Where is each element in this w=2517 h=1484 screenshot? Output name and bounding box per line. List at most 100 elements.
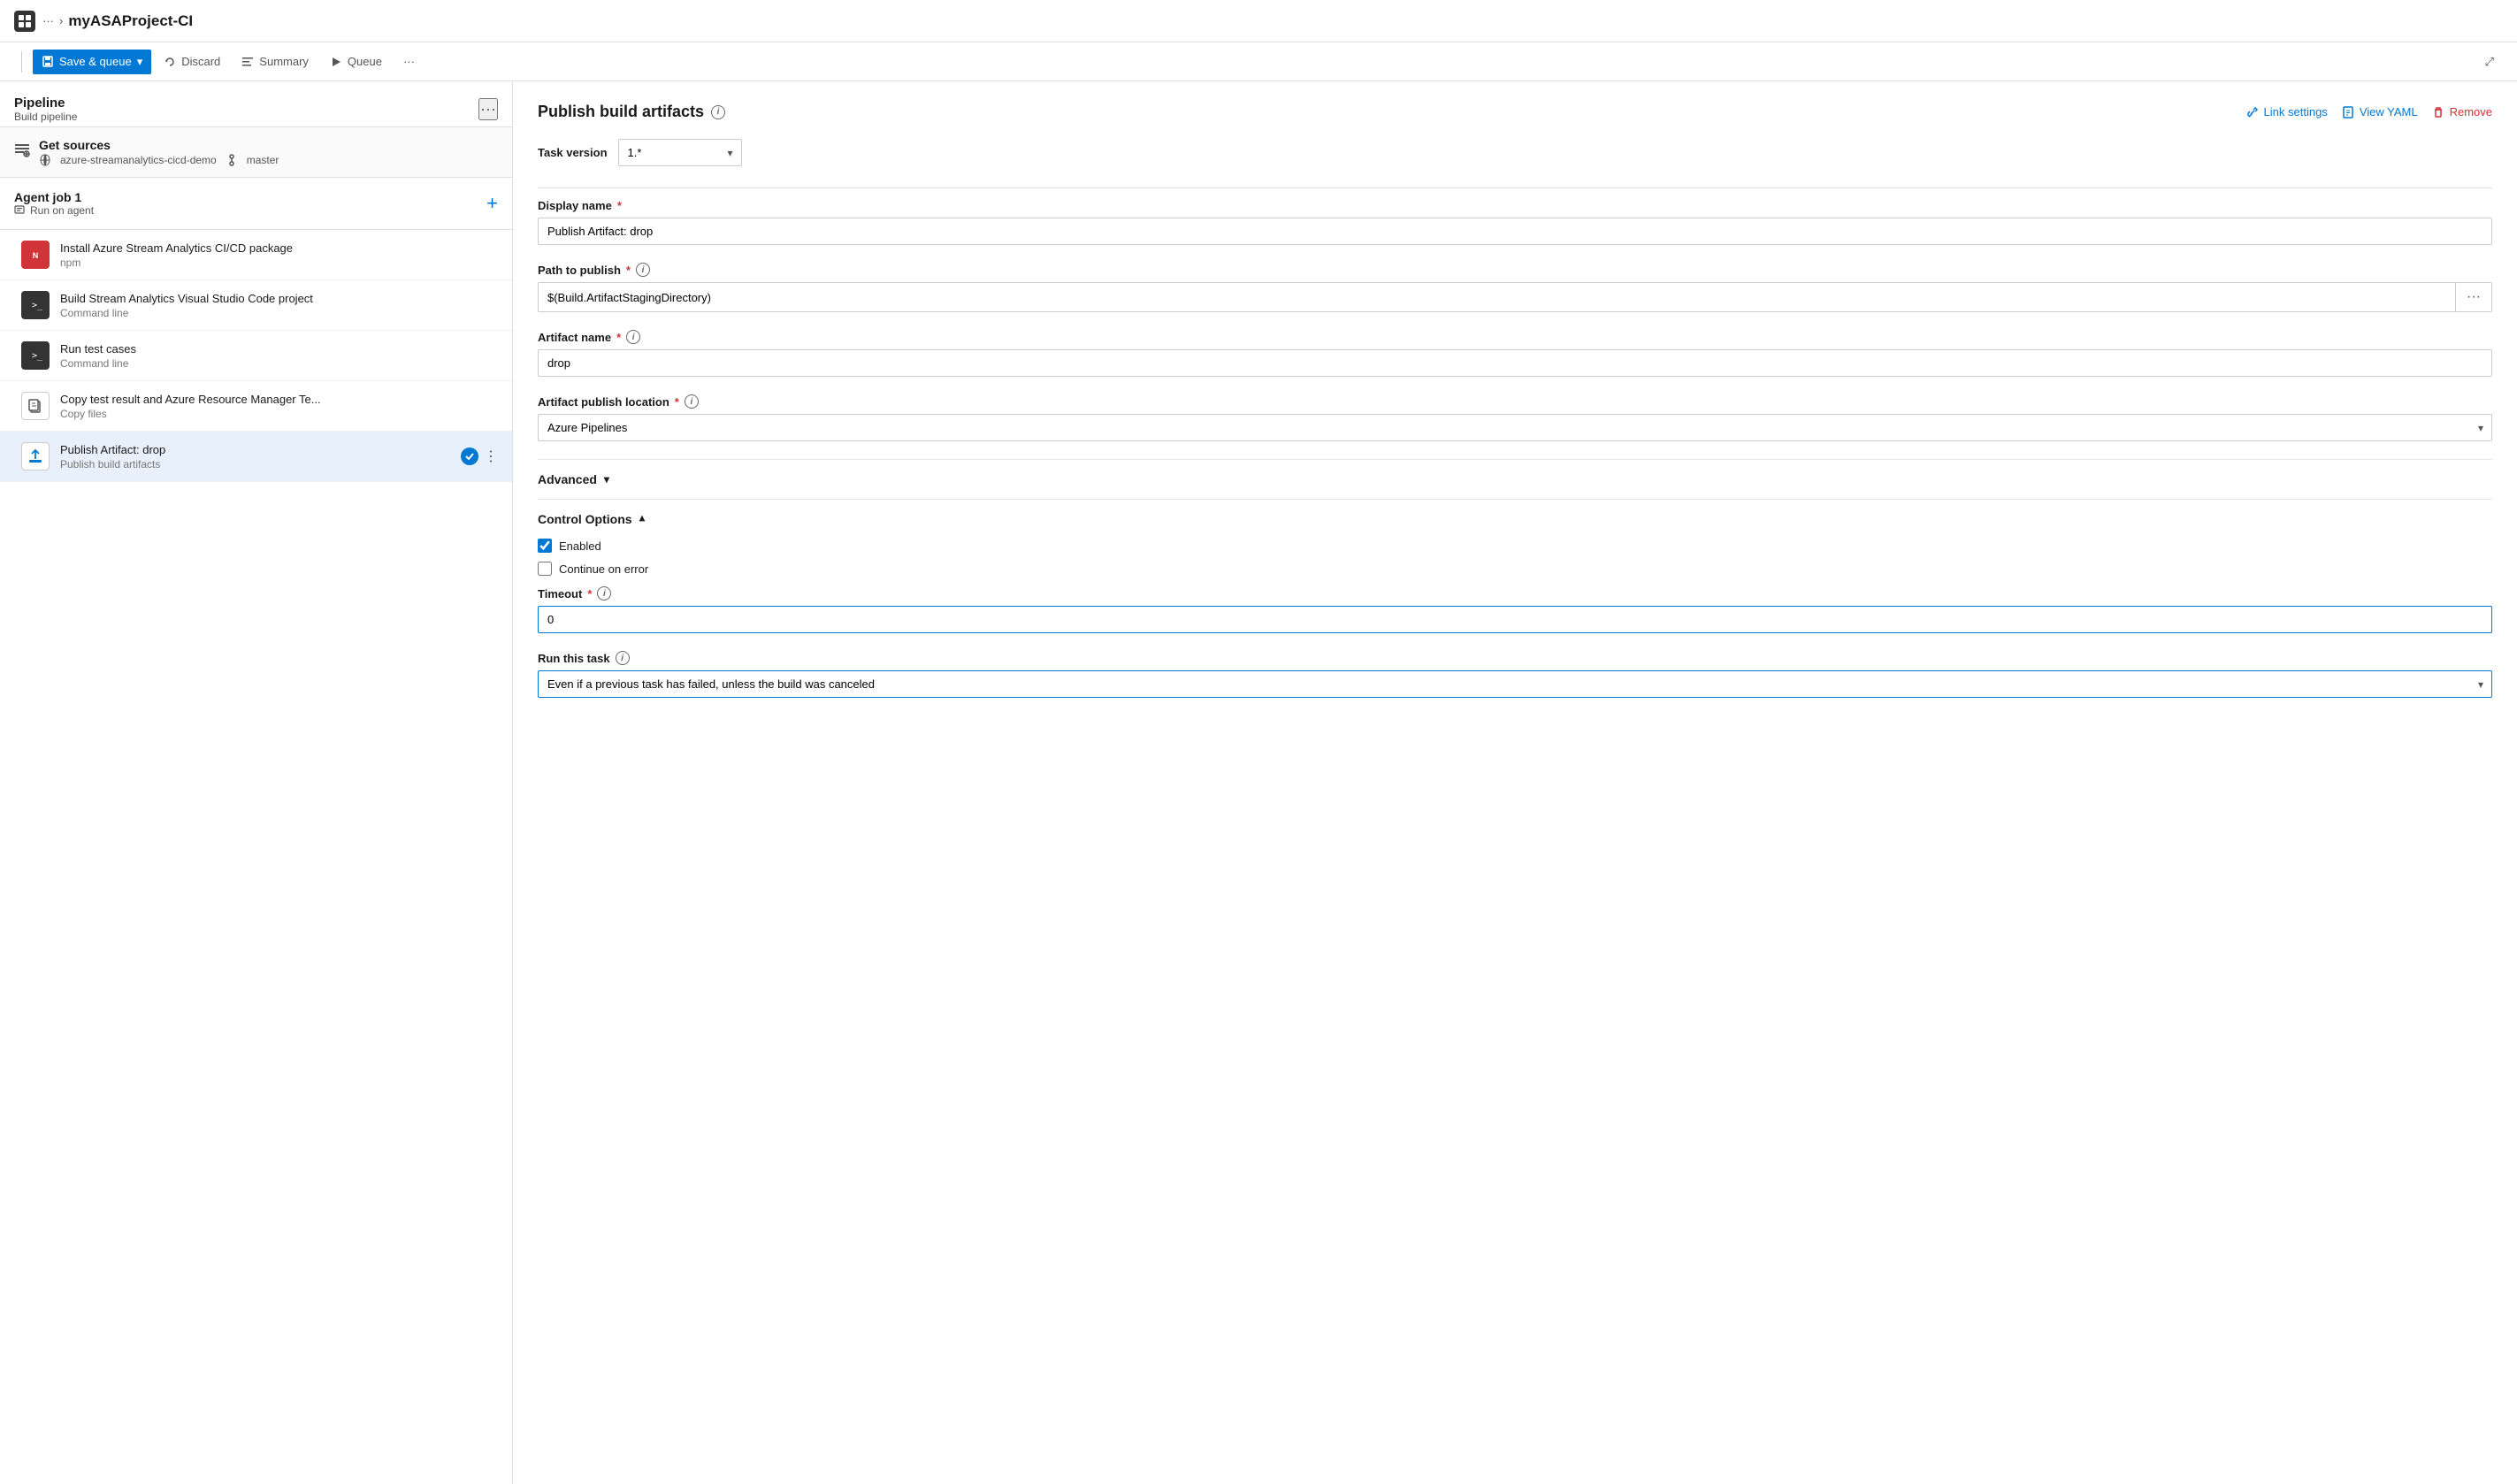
queue-label: Queue: [348, 55, 382, 68]
left-panel: Pipeline Build pipeline ··· Get so: [0, 81, 513, 1484]
path-browse-icon: ···: [2467, 289, 2481, 304]
artifact-name-label: Artifact name * i: [538, 330, 2492, 344]
advanced-chevron: ▾: [604, 473, 609, 486]
artifact-name-info-icon[interactable]: i: [626, 330, 640, 344]
save-queue-button[interactable]: Save & queue ▾: [33, 50, 151, 74]
task-version-label: Task version: [538, 146, 608, 159]
queue-button[interactable]: Queue: [321, 50, 391, 73]
toolbar: Save & queue ▾ Discard Summary Queue ···…: [0, 42, 2517, 81]
advanced-section: Advanced ▾: [538, 459, 2492, 499]
control-options-chevron: ▾: [639, 513, 645, 525]
task-item-copy-test[interactable]: Copy test result and Azure Resource Mana…: [0, 381, 512, 432]
summary-label: Summary: [259, 55, 309, 68]
get-sources-sub: azure-streamanalytics-cicd-demo master: [39, 154, 279, 166]
run-this-task-select[interactable]: Only when all previous tasks have succee…: [538, 670, 2492, 698]
agent-job-sub: Run on agent: [14, 204, 94, 217]
path-info-icon[interactable]: i: [636, 263, 650, 277]
view-yaml-button[interactable]: View YAML: [2342, 105, 2418, 119]
breadcrumb-arrow: ›: [59, 14, 63, 27]
task-dots-button[interactable]: ⋮: [484, 447, 498, 465]
control-options-section: Control Options ▾ Enabled Continue on er…: [538, 499, 2492, 730]
task-title-install-azure: Install Azure Stream Analytics CI/CD pac…: [60, 241, 293, 255]
continue-on-error-checkbox[interactable]: [538, 562, 552, 576]
section-divider-1: [538, 187, 2492, 188]
task-info-install-azure: Install Azure Stream Analytics CI/CD pac…: [60, 241, 293, 269]
control-options-header[interactable]: Control Options ▾: [538, 499, 2492, 539]
control-options-content: Enabled Continue on error Timeout * i: [538, 539, 2492, 730]
breadcrumb: ··· › myASAProject-CI: [42, 12, 193, 30]
artifact-location-info-icon[interactable]: i: [685, 394, 699, 409]
remove-button[interactable]: Remove: [2432, 105, 2492, 119]
link-settings-button[interactable]: Link settings: [2246, 105, 2328, 119]
task-item-install-azure[interactable]: N Install Azure Stream Analytics CI/CD p…: [0, 230, 512, 280]
artifact-publish-location-select[interactable]: Azure Pipelines A file share: [538, 414, 2492, 441]
display-name-field: Display name *: [538, 199, 2492, 245]
task-info-copy-test: Copy test result and Azure Resource Mana…: [60, 393, 321, 420]
task-title-run-tests: Run test cases: [60, 342, 136, 356]
enabled-label[interactable]: Enabled: [559, 539, 601, 553]
summary-button[interactable]: Summary: [233, 50, 317, 73]
add-task-button[interactable]: +: [486, 192, 498, 215]
pipeline-sub: Build pipeline: [14, 111, 77, 123]
get-sources-title: Get sources: [39, 138, 279, 152]
task-title-copy-test: Copy test result and Azure Resource Mana…: [60, 393, 321, 406]
task-version-select[interactable]: 1.*: [618, 139, 742, 166]
expand-button[interactable]: ⤢: [2476, 50, 2503, 74]
remove-label: Remove: [2450, 105, 2492, 119]
task-icon-copy: [21, 392, 50, 420]
task-version-row: Task version 1.*: [538, 139, 2492, 166]
task-sub-install-azure: npm: [60, 256, 293, 269]
artifact-publish-location-label: Artifact publish location * i: [538, 394, 2492, 409]
task-item-publish-artifact[interactable]: Publish Artifact: drop Publish build art…: [0, 432, 512, 482]
save-queue-chevron: ▾: [137, 55, 143, 69]
task-icon-publish: [21, 442, 50, 470]
view-yaml-label: View YAML: [2360, 105, 2418, 119]
get-sources-branch: master: [247, 154, 279, 166]
pipeline-more-button[interactable]: ···: [478, 98, 498, 120]
run-this-task-select-container: Only when all previous tasks have succee…: [538, 670, 2492, 698]
agent-job-info: Agent job 1 Run on agent: [14, 190, 94, 217]
top-nav: ··· › myASAProject-CI: [0, 0, 2517, 42]
task-item-run-tests[interactable]: >_ Run test cases Command line: [0, 331, 512, 381]
get-sources-repo: azure-streamanalytics-cicd-demo: [60, 154, 217, 166]
right-panel-title-text: Publish build artifacts: [538, 103, 704, 121]
task-item-build-stream[interactable]: >_ Build Stream Analytics Visual Studio …: [0, 280, 512, 331]
control-options-label: Control Options: [538, 512, 632, 526]
link-settings-label: Link settings: [2264, 105, 2328, 119]
task-sub-publish-artifact: Publish build artifacts: [60, 458, 165, 470]
enabled-checkbox[interactable]: [538, 539, 552, 553]
task-sub-run-tests: Command line: [60, 357, 136, 370]
timeout-info-icon[interactable]: i: [597, 586, 611, 600]
path-to-publish-field: Path to publish * i ···: [538, 263, 2492, 312]
main-container: Pipeline Build pipeline ··· Get so: [0, 81, 2517, 1484]
agent-job-left: Agent job 1 Run on agent: [14, 190, 94, 217]
task-sub-copy-test: Copy files: [60, 408, 321, 420]
task-title-build-stream: Build Stream Analytics Visual Studio Cod…: [60, 292, 313, 305]
right-panel-actions: Link settings View YAML Remove: [2246, 105, 2492, 119]
title-info-icon[interactable]: i: [711, 105, 725, 119]
task-icon-npm: N: [21, 241, 50, 269]
project-name: myASAProject-CI: [68, 12, 193, 30]
path-to-publish-label: Path to publish * i: [538, 263, 2492, 277]
artifact-location-select-container: Azure Pipelines A file share: [538, 414, 2492, 441]
app-icon: [14, 11, 35, 32]
task-title-publish-artifact: Publish Artifact: drop: [60, 443, 165, 456]
more-button[interactable]: ···: [394, 50, 424, 73]
artifact-name-input[interactable]: [538, 349, 2492, 377]
breadcrumb-dots[interactable]: ···: [42, 14, 54, 27]
task-version-select-container: 1.*: [618, 139, 742, 166]
run-this-task-info-icon[interactable]: i: [616, 651, 630, 665]
timeout-field: Timeout * i: [538, 586, 2492, 633]
artifact-name-required: *: [616, 331, 621, 344]
get-sources-row[interactable]: Get sources azure-streamanalytics-cicd-d…: [0, 127, 512, 178]
timeout-input[interactable]: [538, 606, 2492, 633]
path-required: *: [626, 264, 631, 277]
path-browse-button[interactable]: ···: [2455, 282, 2492, 312]
display-name-label: Display name *: [538, 199, 2492, 212]
continue-on-error-label[interactable]: Continue on error: [559, 562, 648, 576]
get-sources-icon: [14, 142, 30, 163]
path-to-publish-input[interactable]: [538, 282, 2455, 312]
display-name-input[interactable]: [538, 218, 2492, 245]
discard-button[interactable]: Discard: [155, 50, 229, 73]
advanced-section-header[interactable]: Advanced ▾: [538, 459, 2492, 499]
